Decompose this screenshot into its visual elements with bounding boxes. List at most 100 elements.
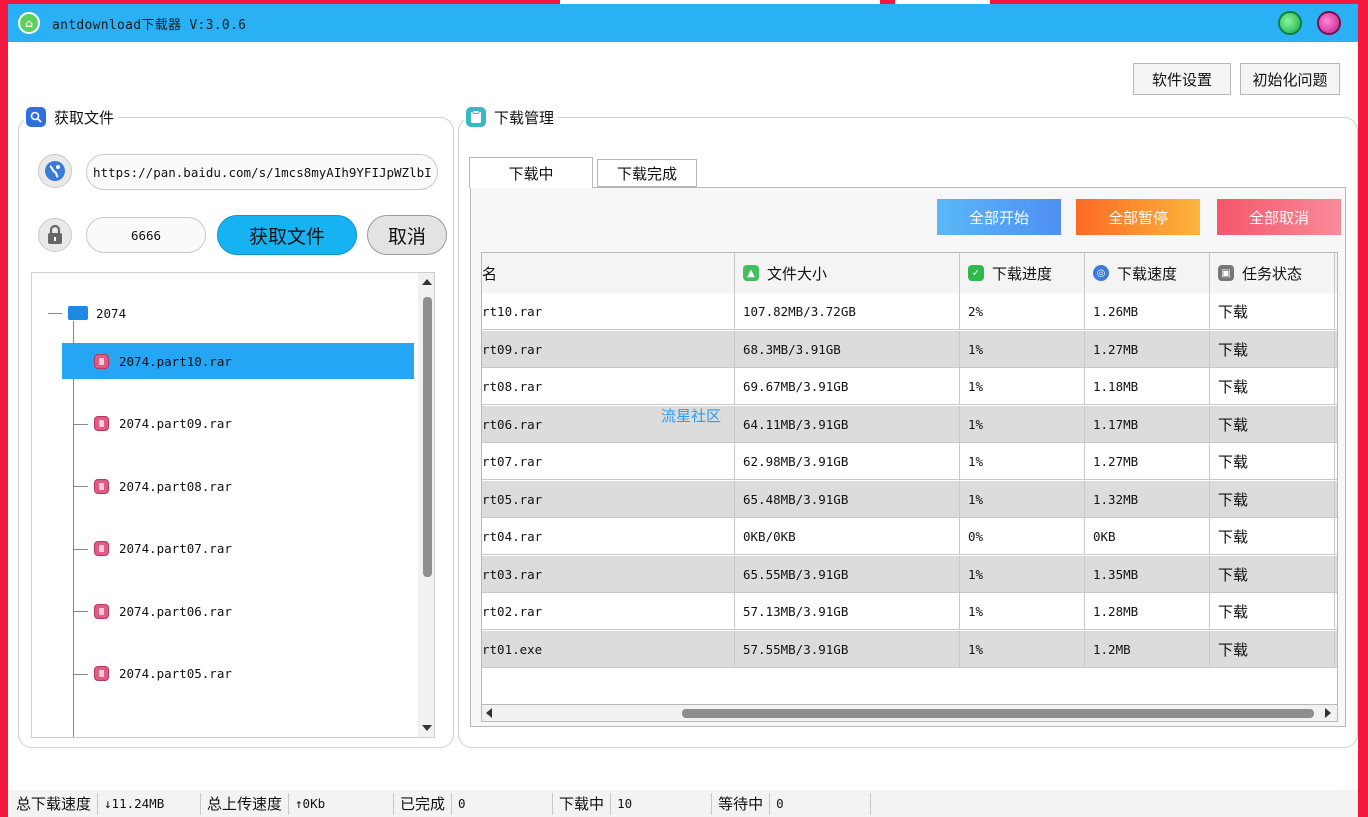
tree-scroll-thumb[interactable] <box>423 297 432 577</box>
cell-status: 下载 <box>1210 330 1335 368</box>
col-header-name[interactable]: 名 <box>482 253 735 293</box>
cell-size: 64.11MB/3.91GB <box>735 405 960 443</box>
tab-completed[interactable]: 下载完成 <box>597 159 697 187</box>
cell-progress: 1% <box>960 555 1085 593</box>
cell-name: rt02.rar <box>482 593 735 630</box>
cell-progress: 1% <box>960 630 1085 668</box>
cell-status: 下载 <box>1210 593 1335 630</box>
fetch-file-group-label: 获取文件 <box>24 106 119 128</box>
cell-status: 下载 <box>1210 555 1335 593</box>
cell-progress: 1% <box>960 330 1085 368</box>
table-row[interactable]: rt05.rar 65.48MB/3.91GB 1% 1.32MB 下载 <box>482 480 1337 518</box>
table-hscrollbar[interactable] <box>481 704 1338 722</box>
archive-file-icon <box>94 478 109 494</box>
status-bar: 总下载速度 ↓11.24MB 总上传速度 ↑0Kb 已完成 0 下载中 10 等… <box>8 790 1358 817</box>
minimize-button[interactable] <box>1280 13 1300 33</box>
cell-speed: 1.17MB <box>1085 405 1210 443</box>
tree-item[interactable]: 2074.part10.rar <box>62 343 414 379</box>
cell-size: 107.82MB/3.72GB <box>735 293 960 330</box>
col-header-size[interactable]: ▲ 文件大小 <box>735 253 960 293</box>
cell-name: rt05.rar <box>482 480 735 518</box>
status-divider <box>97 792 99 815</box>
scroll-left-arrow[interactable] <box>486 708 492 718</box>
table-header: 名 ▲ 文件大小 ✓ 下载进度 ◎ 下载速度 ▣ 任务状态 <box>482 253 1337 294</box>
cell-name: rt10.rar <box>482 293 735 330</box>
watermark-text: 流星社区 <box>661 407 722 425</box>
status-divider <box>288 792 290 815</box>
password-input[interactable] <box>86 217 206 253</box>
tree-root-label: 2074 <box>96 305 127 321</box>
fetch-file-button[interactable]: 获取文件 <box>217 215 357 255</box>
scroll-down-arrow[interactable] <box>422 725 432 731</box>
table-row[interactable]: rt09.rar 68.3MB/3.91GB 1% 1.27MB 下载 <box>482 330 1337 368</box>
globe-icon: ◎ <box>1093 265 1109 281</box>
cell-speed: 1.28MB <box>1085 593 1210 630</box>
status-divider <box>200 792 202 815</box>
pause-all-button[interactable]: 全部暂停 <box>1076 199 1200 235</box>
tree-item[interactable]: 2074.part05.rar <box>32 656 414 692</box>
cell-progress: 1% <box>960 443 1085 480</box>
status-divider <box>451 792 453 815</box>
cell-status: 下载 <box>1210 630 1335 668</box>
cell-status: 下载 <box>1210 405 1335 443</box>
table-hscroll-thumb[interactable] <box>682 709 1314 718</box>
table-row[interactable]: rt06.rar 64.11MB/3.91GB 1% 1.17MB 下载 <box>482 405 1337 443</box>
completed-label: 已完成 <box>400 795 446 813</box>
downloading-value: 10 <box>617 796 633 811</box>
table-row[interactable]: rt03.rar 65.55MB/3.91GB 1% 1.35MB 下载 <box>482 555 1337 593</box>
tree-item[interactable]: 2074.part08.rar <box>32 468 414 504</box>
scroll-right-arrow[interactable] <box>1325 708 1331 718</box>
tree-scrollbar[interactable] <box>418 273 434 737</box>
cell-name: rt03.rar <box>482 555 735 593</box>
cell-speed: 1.27MB <box>1085 443 1210 480</box>
tree-item-label: 2074.part08.rar <box>119 478 232 494</box>
tree-connector <box>74 361 88 362</box>
cell-progress: 1% <box>960 593 1085 630</box>
tree-item[interactable]: 2074.part06.rar <box>32 593 414 629</box>
cell-name: rt07.rar <box>482 443 735 480</box>
downloading-label: 下载中 <box>559 795 605 813</box>
cancel-fetch-button[interactable]: 取消 <box>367 215 447 255</box>
android-icon: ▲ <box>743 265 759 281</box>
app-logo-icon: ⌂ <box>18 12 40 34</box>
tree-root[interactable]: 2074 <box>32 295 414 331</box>
download-table[interactable]: 名 ▲ 文件大小 ✓ 下载进度 ◎ 下载速度 ▣ 任务状态 rt10.rar 10… <box>481 252 1338 707</box>
cell-progress: 1% <box>960 368 1085 405</box>
globe-icon <box>38 154 72 188</box>
archive-file-icon <box>94 541 109 556</box>
app-title: antdownload下载器 V:3.0.6 <box>52 17 247 33</box>
status-divider <box>870 792 872 815</box>
cell-name: rt04.rar <box>482 518 735 555</box>
table-row[interactable]: rt04.rar 0KB/0KB 0% 0KB 下载 <box>482 518 1337 555</box>
app-window: ⌂ antdownload下载器 V:3.0.6 软件设置 初始化问题 获取文件… <box>8 4 1358 817</box>
col-header-status[interactable]: ▣ 任务状态 <box>1210 253 1335 293</box>
col-header-speed[interactable]: ◎ 下载速度 <box>1085 253 1210 293</box>
col-header-progress[interactable]: ✓ 下载进度 <box>960 253 1085 293</box>
start-all-button[interactable]: 全部开始 <box>937 199 1061 235</box>
tree-item-label: 2074.part10.rar <box>119 353 232 369</box>
table-row[interactable]: rt07.rar 62.98MB/3.91GB 1% 1.27MB 下载 <box>482 443 1337 480</box>
check-icon: ✓ <box>968 265 984 281</box>
table-row[interactable]: rt01.exe 57.55MB/3.91GB 1% 1.2MB 下载 <box>482 630 1337 668</box>
init-problem-button[interactable]: 初始化问题 <box>1240 63 1340 95</box>
settings-button[interactable]: 软件设置 <box>1133 63 1231 95</box>
share-url-input[interactable] <box>86 154 438 190</box>
download-manager-title: 下载管理 <box>494 108 555 127</box>
table-row[interactable]: rt10.rar 107.82MB/3.72GB 2% 1.26MB 下载 <box>482 293 1337 330</box>
tree-item[interactable]: 2074.part07.rar <box>32 531 414 567</box>
col-header-progress-label: 下载进度 <box>992 264 1053 283</box>
clipboard-icon <box>466 107 486 127</box>
cell-status: 下载 <box>1210 480 1335 518</box>
table-row[interactable]: rt02.rar 57.13MB/3.91GB 1% 1.28MB 下载 <box>482 593 1337 630</box>
cancel-all-button[interactable]: 全部取消 <box>1217 199 1341 235</box>
tree-connector <box>74 486 88 487</box>
close-button[interactable] <box>1319 13 1339 33</box>
tree-item[interactable]: 2074.part09.rar <box>32 406 414 442</box>
cell-size: 68.3MB/3.91GB <box>735 330 960 368</box>
tree-item-label: 2074.part06.rar <box>119 603 232 619</box>
cell-name: rt08.rar <box>482 368 735 405</box>
tab-downloading[interactable]: 下载中 <box>469 157 593 188</box>
file-tree[interactable]: 2074 2074.part10.rar 2074.part09.rar 2074.… <box>31 272 435 738</box>
table-row[interactable]: rt08.rar 69.67MB/3.91GB 1% 1.18MB 下载 <box>482 368 1337 405</box>
scroll-up-arrow[interactable] <box>422 279 432 285</box>
